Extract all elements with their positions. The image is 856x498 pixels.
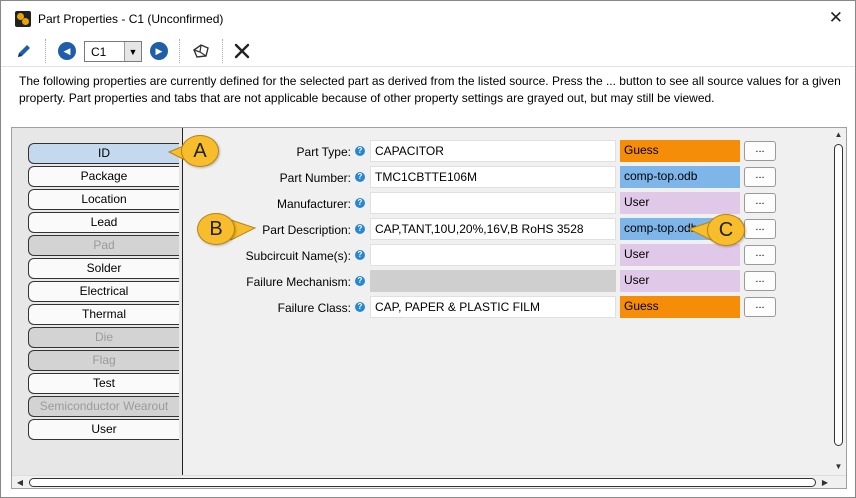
part-selector-combo[interactable]: C1 ▼	[84, 41, 142, 62]
tab-test[interactable]: Test	[28, 373, 179, 394]
scroll-down-icon[interactable]: ▼	[831, 460, 846, 474]
failure-class-field[interactable]: CAP, PAPER & PLASTIC FILM	[370, 296, 616, 318]
subcircuit-names-field[interactable]	[370, 244, 616, 266]
title-bar: Part Properties - C1 (Unconfirmed) ✕	[1, 1, 855, 35]
subcircuit-names-more-button[interactable]: ...	[744, 245, 776, 265]
properties-panel: ID Package Location Lead Pad Solder Elec…	[11, 127, 847, 489]
tab-strip: ID Package Location Lead Pad Solder Elec…	[12, 128, 183, 476]
part-type-field[interactable]: CAPACITOR	[370, 140, 616, 162]
vertical-scroll-thumb[interactable]	[834, 144, 843, 446]
failure-mechanism-label: Failure Mechanism:	[246, 275, 351, 289]
edit-pencil-icon[interactable]	[13, 40, 35, 62]
part-type-source: Guess	[620, 140, 740, 162]
help-icon[interactable]: ?	[355, 224, 365, 234]
tab-id[interactable]: ID	[28, 143, 179, 164]
vertical-scrollbar[interactable]: ▲ ▼	[831, 128, 846, 476]
part-number-label: Part Number:	[279, 171, 351, 185]
manufacturer-source: User	[620, 192, 740, 214]
horizontal-scroll-thumb[interactable]	[29, 478, 816, 487]
tab-electrical[interactable]: Electrical	[28, 281, 179, 302]
previous-part-button[interactable]: ◀	[57, 40, 77, 62]
callout-a: A	[181, 135, 219, 167]
app-icon	[15, 11, 31, 27]
part-number-field[interactable]: TMC1CBTTE106M	[370, 166, 616, 188]
tab-pad[interactable]: Pad	[28, 235, 179, 256]
chevron-down-icon[interactable]: ▼	[124, 42, 141, 61]
tab-solder[interactable]: Solder	[28, 258, 179, 279]
part-selector-value: C1	[91, 45, 107, 59]
failure-mechanism-source: User	[620, 270, 740, 292]
subcircuit-names-label: Subcircuit Name(s):	[245, 249, 351, 263]
tab-location[interactable]: Location	[28, 189, 179, 210]
tab-flag[interactable]: Flag	[28, 350, 179, 371]
tab-semiconductor-wearout[interactable]: Semiconductor Wearout	[28, 396, 179, 417]
tab-user[interactable]: User	[28, 419, 179, 440]
failure-class-source: Guess	[620, 296, 740, 318]
scroll-right-icon[interactable]: ▶	[818, 476, 832, 489]
manufacturer-more-button[interactable]: ...	[744, 193, 776, 213]
help-icon[interactable]: ?	[355, 146, 365, 156]
failure-mechanism-more-button[interactable]: ...	[744, 271, 776, 291]
part-description-field[interactable]: CAP,TANT,10U,20%,16V,B RoHS 3528	[370, 218, 616, 240]
toolbar: ◀ C1 ▼ ▶	[1, 35, 855, 67]
tab-thermal[interactable]: Thermal	[28, 304, 179, 325]
part-number-source: comp-top.odb	[620, 166, 740, 188]
help-icon[interactable]: ?	[355, 276, 365, 286]
3d-view-icon[interactable]	[189, 40, 213, 62]
help-icon[interactable]: ?	[355, 172, 365, 182]
callout-c: C	[707, 214, 745, 246]
part-properties-window: Part Properties - C1 (Unconfirmed) ✕ ◀ C…	[0, 0, 856, 498]
delete-x-icon[interactable]	[231, 40, 253, 62]
next-part-button[interactable]: ▶	[149, 40, 169, 62]
manufacturer-field[interactable]	[370, 192, 616, 214]
failure-class-more-button[interactable]: ...	[744, 297, 776, 317]
window-title: Part Properties - C1 (Unconfirmed)	[38, 12, 224, 26]
help-icon[interactable]: ?	[355, 198, 365, 208]
help-icon[interactable]: ?	[355, 302, 365, 312]
id-tab-content: Part Type: ? CAPACITOR Guess ... Part Nu…	[184, 128, 832, 476]
subcircuit-names-source: User	[620, 244, 740, 266]
part-type-more-button[interactable]: ...	[744, 141, 776, 161]
part-description-more-button[interactable]: ...	[744, 219, 776, 239]
tab-lead[interactable]: Lead	[28, 212, 179, 233]
callout-b: B	[197, 213, 235, 245]
failure-class-label: Failure Class:	[277, 301, 351, 315]
scroll-up-icon[interactable]: ▲	[831, 128, 846, 142]
failure-mechanism-field[interactable]	[370, 270, 616, 292]
arrow-right-icon: ▶	[150, 42, 168, 60]
description-text: The following properties are currently d…	[19, 74, 841, 105]
arrow-left-icon: ◀	[58, 42, 76, 60]
horizontal-scrollbar[interactable]: ◀ ▶	[12, 475, 846, 488]
part-number-more-button[interactable]: ...	[744, 167, 776, 187]
manufacturer-label: Manufacturer:	[276, 197, 351, 211]
help-icon[interactable]: ?	[355, 250, 365, 260]
tab-die[interactable]: Die	[28, 327, 179, 348]
close-icon[interactable]: ✕	[829, 8, 843, 28]
scroll-left-icon[interactable]: ◀	[13, 476, 27, 489]
tab-package[interactable]: Package	[28, 166, 179, 187]
